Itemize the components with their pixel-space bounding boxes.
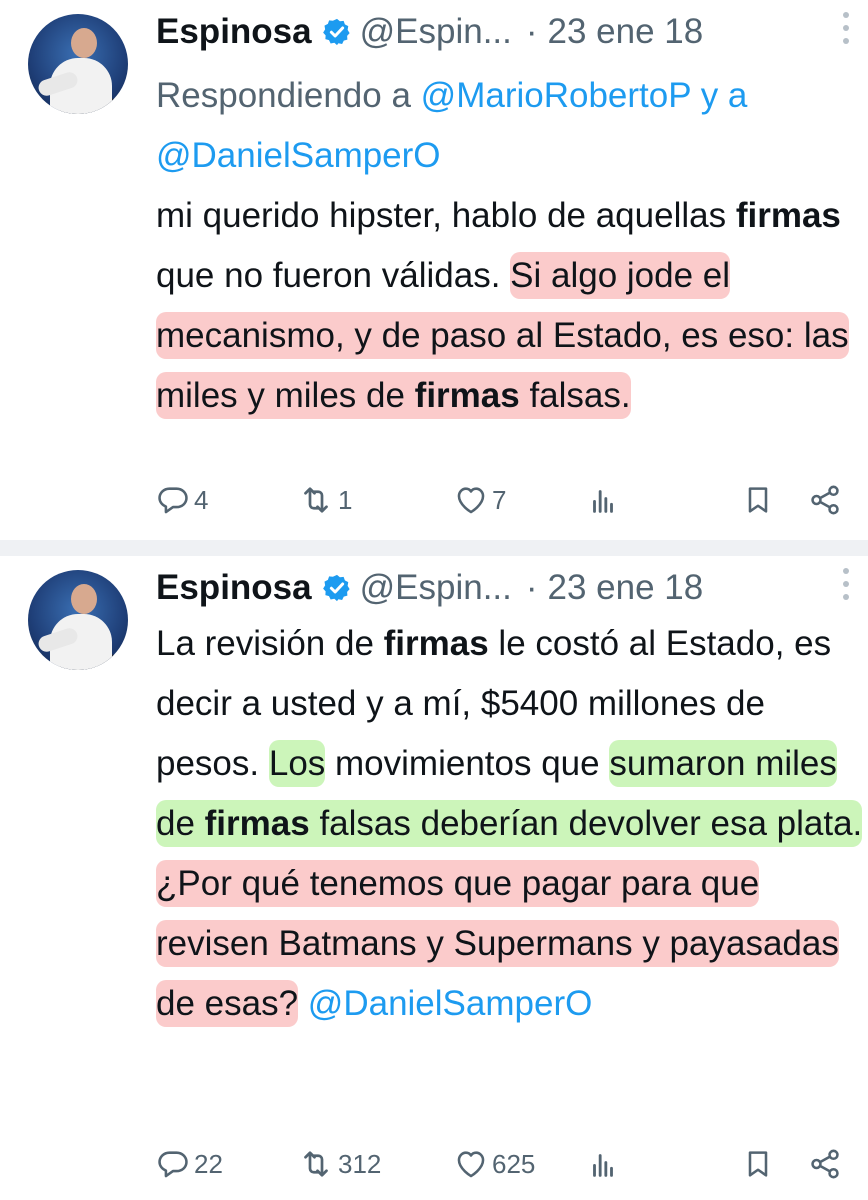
author-handle[interactable]: @Espin... <box>360 568 512 608</box>
text-segment: movimientos que <box>325 744 610 783</box>
reply-prefix: Respondiendo a <box>156 76 411 115</box>
tweet-date[interactable]: 23 ene 18 <box>548 568 704 608</box>
mention-link[interactable]: @MarioRobertoP <box>421 76 691 115</box>
highlighted-text-green: Los <box>268 740 326 787</box>
reply-icon <box>156 483 190 517</box>
tweet-header: Espinosa @Espin... · 23 ene 18 <box>156 566 856 610</box>
reply-context: Respondiendo a @MarioRobertoP y a @Danie… <box>156 66 861 186</box>
bookmark-icon <box>742 484 774 516</box>
author-handle[interactable]: @Espin... <box>360 12 512 52</box>
separator: · <box>525 12 538 51</box>
share-button[interactable] <box>808 1142 842 1186</box>
retweet-count: 312 <box>338 1148 382 1179</box>
tweet-card[interactable]: Espinosa @Espin... · 23 ene 18 La revisi… <box>0 556 868 1200</box>
more-options-icon[interactable] <box>840 12 852 44</box>
reply-icon <box>156 1147 190 1181</box>
text-segment <box>298 984 308 1023</box>
mention-link[interactable]: @DanielSamperO <box>156 136 441 175</box>
like-button[interactable]: 625 <box>454 1142 535 1186</box>
tweet-date[interactable]: 23 ene 18 <box>548 12 704 52</box>
bookmark-button[interactable] <box>742 1142 774 1186</box>
bold-text: firmas <box>383 624 489 663</box>
text-segment: La revisión de <box>156 624 384 663</box>
views-icon <box>586 1147 620 1181</box>
like-icon <box>454 1147 488 1181</box>
reply-button[interactable]: 4 <box>156 478 208 522</box>
like-button[interactable]: 7 <box>454 478 506 522</box>
verified-badge-icon <box>322 17 352 47</box>
retweet-count: 1 <box>338 484 353 515</box>
share-icon <box>808 483 842 517</box>
avatar[interactable] <box>28 14 128 114</box>
tweet-text: mi querido hipster, hablo de aquellas fi… <box>156 186 866 426</box>
bold-text: firmas <box>735 196 841 235</box>
reply-button[interactable]: 22 <box>156 1142 223 1186</box>
text-segment: mi querido hipster, hablo de aquellas <box>156 196 736 235</box>
reply-joiner: y a <box>700 76 748 115</box>
action-bar: 4 1 7 <box>156 478 856 522</box>
retweet-button[interactable]: 1 <box>298 478 352 522</box>
bookmark-button[interactable] <box>742 478 774 522</box>
tweet-card[interactable]: Espinosa @Espin... · 23 ene 18 Respondie… <box>0 0 868 540</box>
views-button[interactable] <box>586 1142 620 1186</box>
separator: · <box>525 568 538 607</box>
tweet-header: Espinosa @Espin... · 23 ene 18 <box>156 10 856 54</box>
reply-count: 22 <box>194 1148 223 1179</box>
author-name[interactable]: Espinosa <box>156 568 312 608</box>
more-options-icon[interactable] <box>840 568 852 600</box>
avatar[interactable] <box>28 570 128 670</box>
text-segment: que no fueron válidas. <box>156 256 511 295</box>
share-button[interactable] <box>808 478 842 522</box>
like-count: 625 <box>492 1148 536 1179</box>
retweet-icon <box>298 482 334 518</box>
views-icon <box>586 483 620 517</box>
views-button[interactable] <box>586 478 620 522</box>
retweet-icon <box>298 1146 334 1182</box>
reply-count: 4 <box>194 484 209 515</box>
verified-badge-icon <box>322 573 352 603</box>
bookmark-icon <box>742 1148 774 1180</box>
like-icon <box>454 483 488 517</box>
like-count: 7 <box>492 484 507 515</box>
retweet-button[interactable]: 312 <box>298 1142 381 1186</box>
action-bar: 22 312 625 <box>156 1142 856 1186</box>
mention-link[interactable]: @DanielSamperO <box>308 984 593 1023</box>
tweet-text: La revisión de firmas le costó al Estado… <box>156 614 866 1034</box>
tweet-divider <box>0 540 868 556</box>
share-icon <box>808 1147 842 1181</box>
author-name[interactable]: Espinosa <box>156 12 312 52</box>
